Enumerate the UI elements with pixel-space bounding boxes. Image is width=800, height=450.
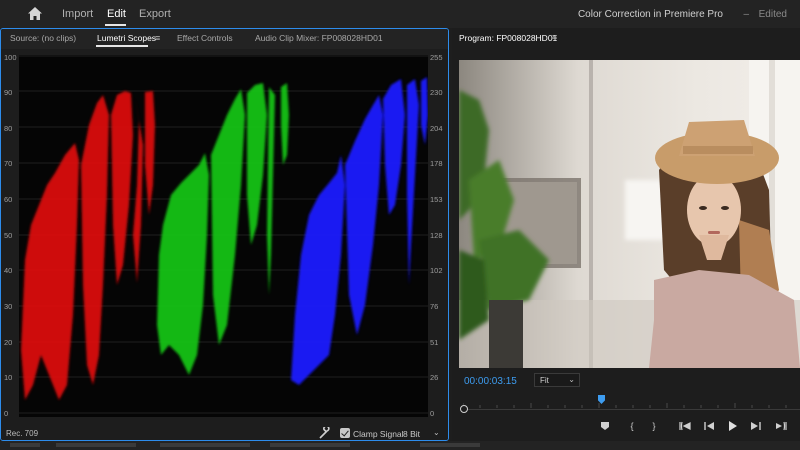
chevron-down-icon: ⌄ [568, 375, 575, 384]
time-ruler[interactable] [463, 395, 800, 409]
zoom-scroll-handle[interactable] [460, 405, 468, 413]
program-monitor-title[interactable]: Program: FP008028HD01 [459, 33, 557, 43]
video-frame-graphic [459, 60, 800, 368]
nav-export[interactable]: Export [139, 8, 171, 20]
tick-right: 0 [430, 409, 435, 418]
panel-menu-icon[interactable]: ≡ [155, 33, 160, 43]
zoom-select[interactable]: Fit ⌄ [534, 373, 580, 387]
wrench-icon[interactable] [319, 427, 331, 439]
top-bar: Import Edit Export Color Correction in P… [0, 0, 800, 28]
tick-left: 30 [4, 302, 13, 311]
tick-right: 204 [430, 124, 443, 133]
zoom-scroll-track[interactable] [463, 409, 800, 410]
playhead-timecode[interactable]: 00:00:03:15 [464, 376, 517, 387]
home-icon[interactable] [27, 6, 43, 21]
program-monitor-panel: Program: FP008028HD01 ≡ 00:00:03:15 Fit … [452, 28, 800, 441]
tab-effect-controls[interactable]: Effect Controls [177, 33, 233, 43]
lower-panel-tab[interactable] [270, 443, 350, 447]
nav-import[interactable]: Import [62, 8, 93, 20]
bit-depth-select[interactable]: 8 Bit [403, 429, 420, 439]
tick-left: 0 [4, 409, 9, 418]
tab-underline [96, 45, 148, 47]
tick-right: 26 [430, 373, 439, 382]
clamp-signal-label: Clamp Signal [353, 429, 404, 439]
step-back-icon[interactable] [702, 419, 716, 433]
panel-menu-icon[interactable]: ≡ [552, 32, 557, 42]
tick-left: 10 [4, 373, 13, 382]
play-icon[interactable] [725, 419, 739, 433]
document-status: Edited [758, 9, 787, 20]
tick-right: 102 [430, 266, 443, 275]
lower-panel-tab[interactable] [10, 443, 40, 447]
tab-source[interactable]: Source: (no clips) [10, 33, 76, 43]
tick-right: 76 [430, 302, 439, 311]
panel-tab-bar: Source: (no clips) Lumetri Scopes ≡ Effe… [1, 29, 448, 49]
tick-left: 100 [4, 53, 17, 62]
document-title: Color Correction in Premiere Pro [577, 9, 723, 20]
go-to-out-icon[interactable] [774, 419, 788, 433]
mark-out-icon[interactable]: } [647, 419, 661, 433]
tick-right: 128 [430, 231, 443, 240]
marker-icon[interactable] [598, 419, 612, 433]
zoom-value: Fit [540, 376, 549, 385]
color-space-label: Rec. 709 [6, 429, 39, 438]
tick-left: 70 [4, 159, 13, 168]
lower-panel-tab[interactable] [56, 443, 136, 447]
tick-right: 51 [430, 338, 439, 347]
step-forward-icon[interactable] [749, 419, 763, 433]
mark-in-icon[interactable]: { [625, 419, 639, 433]
rgb-parade-graphic [19, 55, 428, 414]
tick-left: 60 [4, 195, 13, 204]
lower-panel-tab[interactable] [160, 443, 250, 447]
nav-edit-underline [105, 24, 126, 26]
tab-audio-clip-mixer[interactable]: Audio Clip Mixer: FP008028HD01 [255, 33, 383, 43]
scope-footer: Rec. 709 Clamp Signal 8 Bit ⌄ [1, 421, 448, 440]
tick-left: 50 [4, 231, 13, 240]
tick-left: 20 [4, 338, 13, 347]
tick-right: 178 [430, 159, 443, 168]
lower-panel-strip [0, 441, 800, 450]
rgb-parade-scope [19, 55, 428, 417]
program-video-frame [459, 60, 800, 368]
lumetri-scopes-panel: Source: (no clips) Lumetri Scopes ≡ Effe… [0, 28, 449, 441]
clamp-signal-checkbox[interactable] [340, 428, 350, 438]
tick-left: 80 [4, 124, 13, 133]
tick-right: 153 [430, 195, 443, 204]
tick-left: 40 [4, 266, 13, 275]
nav-edit[interactable]: Edit [107, 8, 126, 20]
go-to-in-icon[interactable] [678, 419, 692, 433]
chevron-down-icon[interactable]: ⌄ [433, 428, 440, 437]
lower-panel-tab[interactable] [420, 443, 480, 447]
tick-left: 90 [4, 88, 13, 97]
tick-right: 230 [430, 88, 443, 97]
tick-right: 255 [430, 53, 443, 62]
document-status-dash: – [743, 9, 749, 20]
tab-lumetri-scopes[interactable]: Lumetri Scopes [97, 33, 156, 43]
